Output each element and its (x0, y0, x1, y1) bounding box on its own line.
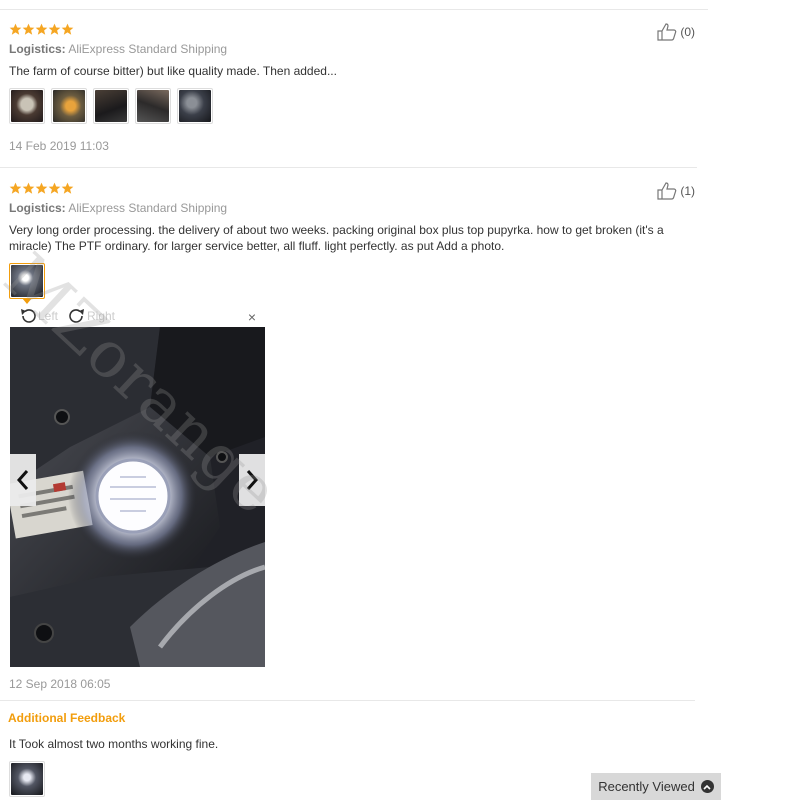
review-date: 14 Feb 2019 11:03 (9, 139, 109, 153)
review-photo-thumb[interactable] (9, 263, 45, 299)
thumbs-up-icon (657, 23, 677, 41)
divider (0, 700, 695, 701)
rotate-left-icon (21, 309, 36, 323)
divider (0, 9, 708, 10)
star-icon (9, 23, 22, 35)
helpful-button[interactable]: (0) (657, 23, 695, 41)
review-date: 12 Sep 2018 06:05 (9, 677, 111, 691)
star-icon (35, 23, 48, 35)
review-photo-thumb[interactable] (93, 88, 129, 124)
additional-feedback-text: It Took almost two months working fine. (9, 737, 219, 751)
review-photo-large (10, 327, 265, 667)
photo-viewer-toolbar: Left Right × (10, 308, 266, 326)
helpful-count: (0) (680, 25, 695, 39)
star-icon (22, 23, 35, 35)
rating-stars (9, 23, 74, 36)
star-icon (61, 23, 74, 35)
rotate-right-icon (69, 309, 84, 323)
logistics-value: AliExpress Standard Shipping (68, 201, 228, 215)
chevron-up-icon (700, 780, 714, 793)
helpful-button[interactable]: (1) (657, 182, 695, 200)
review-text: The farm of course bitter) but like qual… (9, 64, 337, 78)
headlight-photo (10, 327, 265, 667)
close-viewer-button[interactable]: × (248, 309, 256, 325)
logistics-label: Logistics: (9, 201, 66, 215)
thumbs-up-icon (657, 182, 677, 200)
chevron-left-icon (16, 470, 29, 490)
review-text: Very long order processing. the delivery… (9, 223, 664, 253)
review-photo-thumb[interactable] (51, 88, 87, 124)
logistics-value: AliExpress Standard Shipping (68, 42, 228, 56)
logistics-line: Logistics: AliExpress Standard Shipping (9, 42, 227, 56)
additional-feedback-photos (9, 761, 45, 797)
star-icon (48, 182, 61, 194)
prev-photo-button[interactable] (10, 454, 36, 506)
rotate-right-label: Right (87, 309, 116, 323)
recently-viewed-label: Recently Viewed (598, 779, 695, 794)
review-photo-thumb[interactable] (135, 88, 171, 124)
review-photos (9, 263, 45, 299)
logistics-label: Logistics: (9, 42, 66, 56)
star-icon (9, 182, 22, 194)
review-photos (9, 88, 213, 124)
helpful-count: (1) (680, 184, 695, 198)
star-icon (35, 182, 48, 194)
chevron-right-icon (246, 470, 259, 490)
rating-stars (9, 182, 74, 195)
selected-photo-caret (22, 298, 32, 304)
rotate-left-label: Left (38, 309, 59, 323)
divider (0, 167, 697, 168)
rotate-right-button[interactable]: Right (68, 308, 115, 324)
review-photo-thumb[interactable] (177, 88, 213, 124)
next-photo-button[interactable] (239, 454, 265, 506)
additional-feedback-title: Additional Feedback (8, 711, 126, 725)
logistics-line: Logistics: AliExpress Standard Shipping (9, 201, 227, 215)
review-photo-thumb[interactable] (9, 88, 45, 124)
recently-viewed-button[interactable]: Recently Viewed (591, 773, 721, 800)
star-icon (48, 23, 61, 35)
review-photo-thumb[interactable] (9, 761, 45, 797)
star-icon (22, 182, 35, 194)
rotate-left-button[interactable]: Left (19, 308, 58, 324)
star-icon (61, 182, 74, 194)
